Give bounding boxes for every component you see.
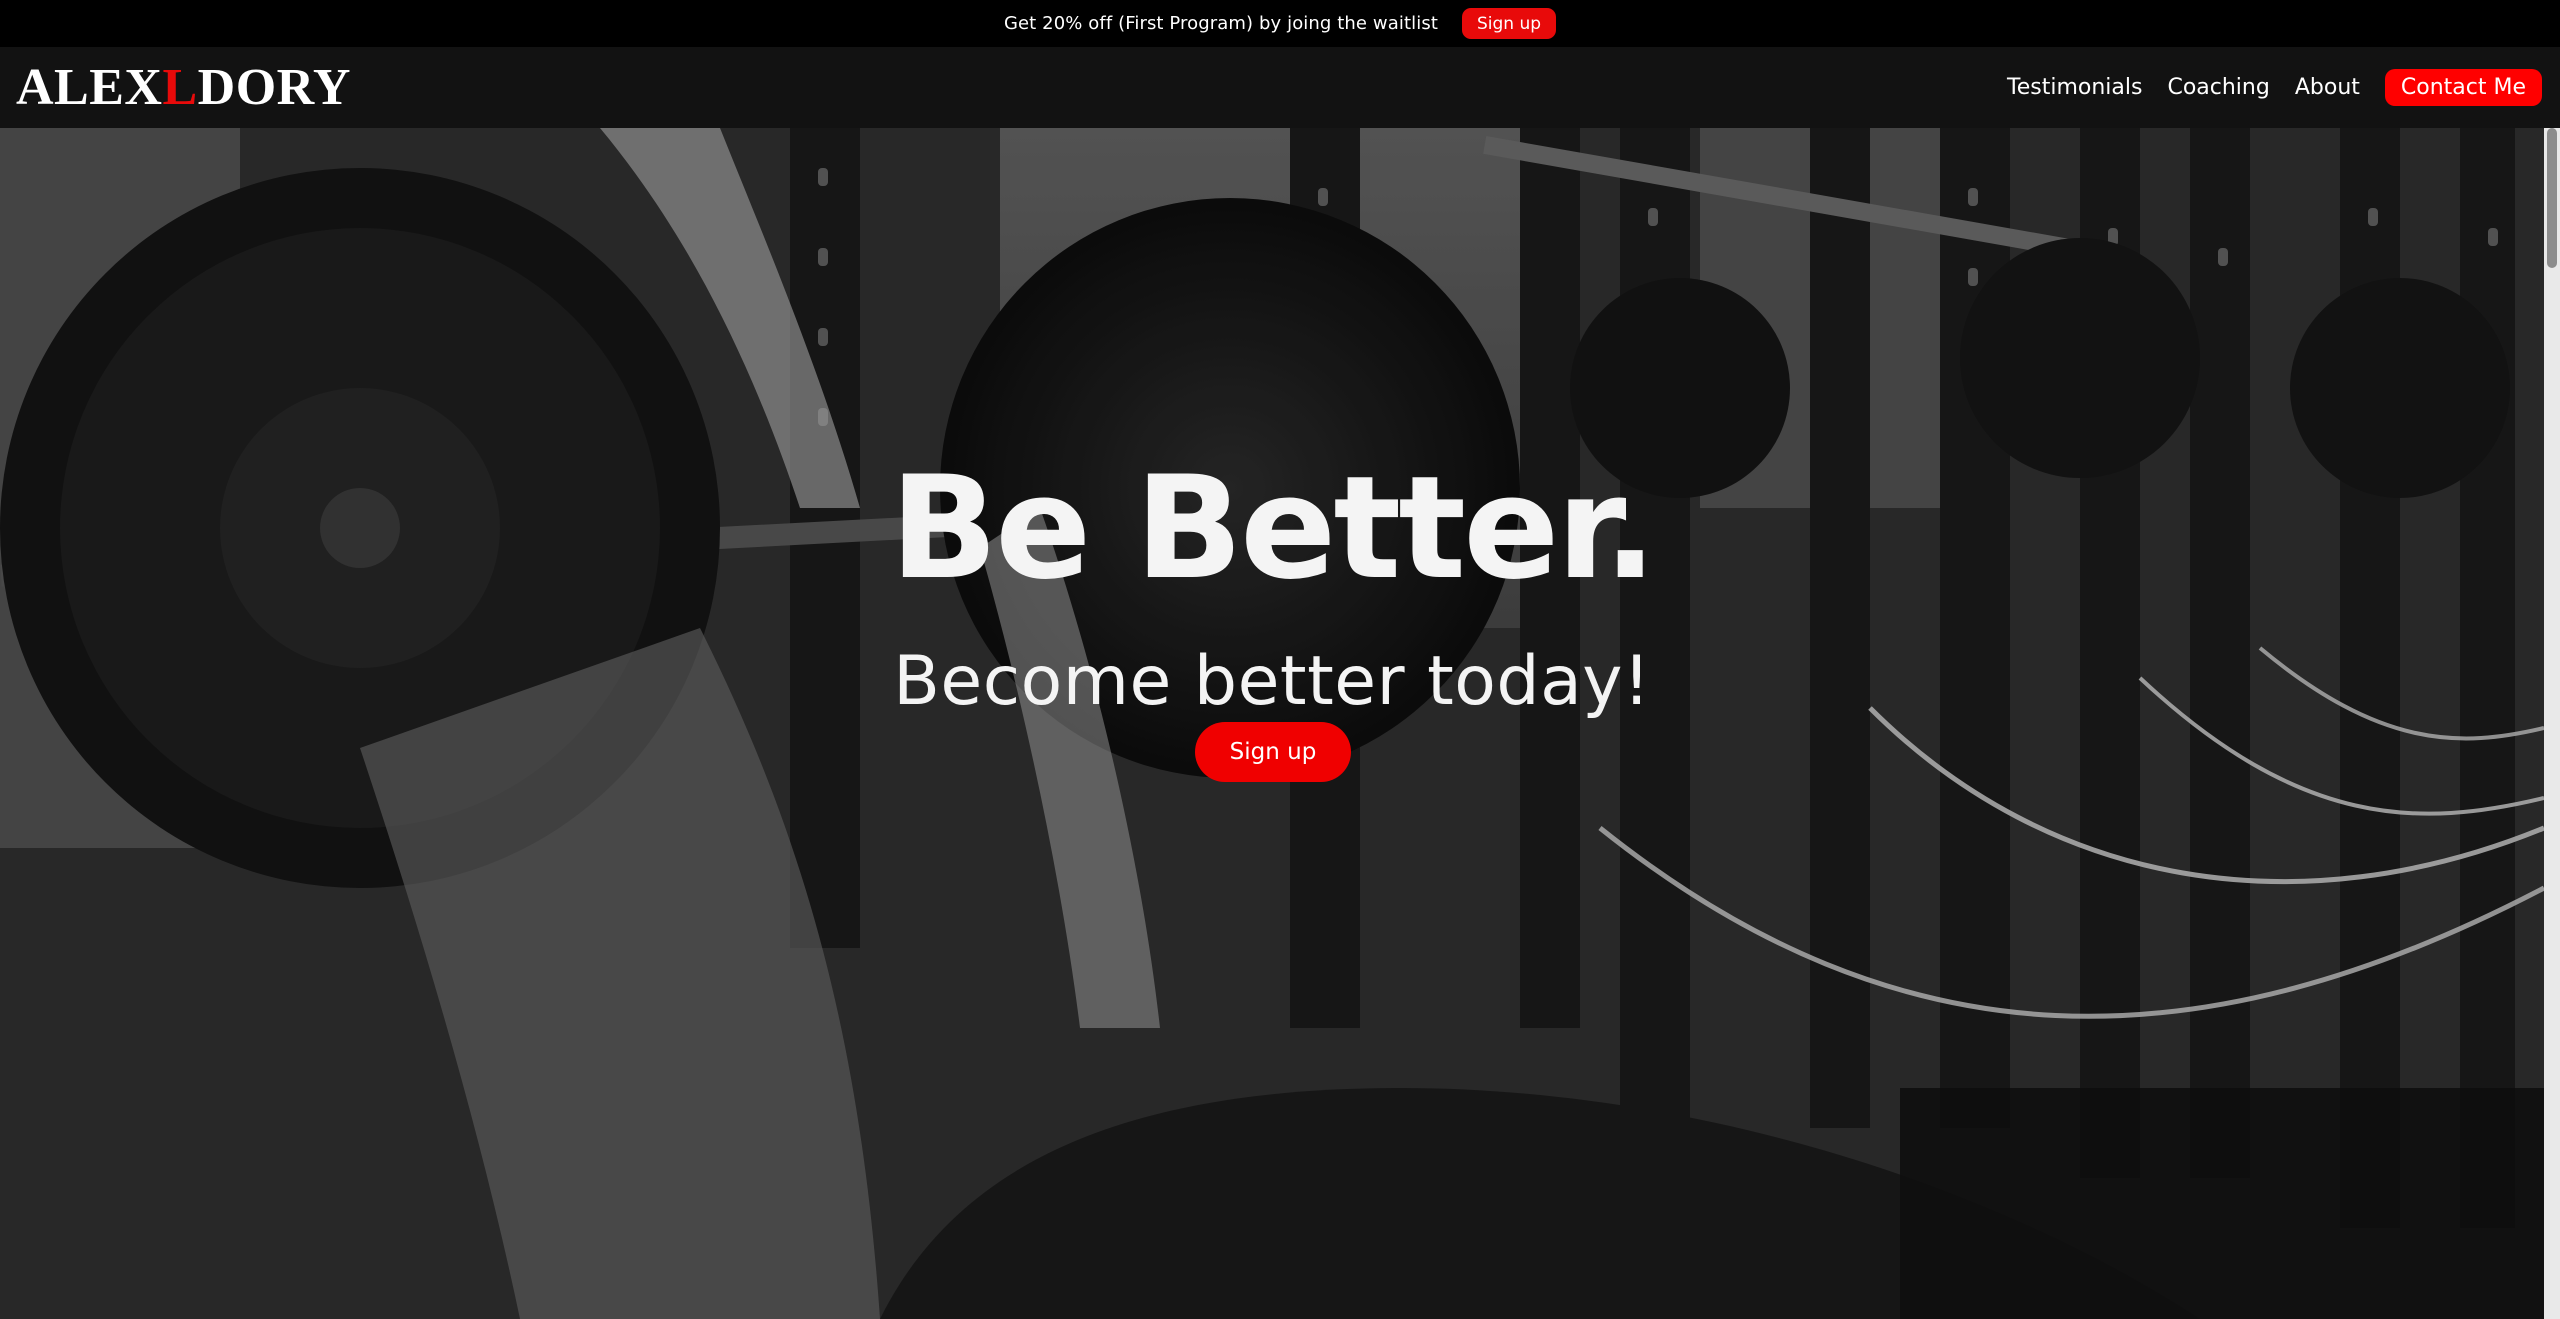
hero-section: Be Better. Become better today! Sign up [0,128,2544,1319]
main-nav: Testimonials Coaching About Contact Me [1982,69,2542,106]
hero-subtitle: Become better today! [893,642,1651,721]
page-scrollbar[interactable] [2544,128,2560,1319]
hero-signup-button[interactable]: Sign up [1195,722,1351,782]
logo-part-2: DORY [197,59,351,116]
contact-me-button[interactable]: Contact Me [2384,69,2542,106]
logo[interactable]: ALEXLDORY [16,58,351,117]
logo-accent-letter: L [162,59,198,116]
announcement-text: Get 20% off (First Program) by joing the… [1003,13,1438,34]
page: Get 20% off (First Program) by joing the… [0,0,2560,1319]
site-header: ALEXLDORY Testimonials Coaching About Co… [0,47,2560,128]
nav-testimonials[interactable]: Testimonials [2007,75,2142,100]
announcement-signup-button[interactable]: Sign up [1461,8,1557,39]
scrollbar-thumb[interactable] [2547,128,2557,268]
hero-title: Be Better. [889,446,1657,611]
nav-coaching[interactable]: Coaching [2167,75,2269,100]
nav-about[interactable]: About [2295,75,2360,100]
announcement-bar: Get 20% off (First Program) by joing the… [0,0,2560,47]
logo-part-1: ALEX [16,59,163,116]
